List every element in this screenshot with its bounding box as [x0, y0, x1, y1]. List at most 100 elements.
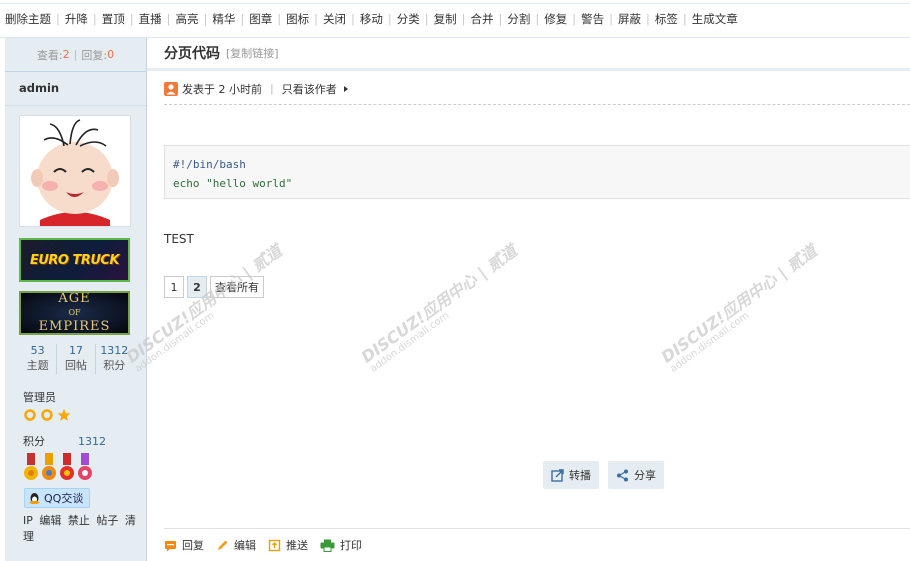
watermark-sub: addon.dismall.com [133, 310, 217, 375]
mod-copy[interactable]: 复制 [434, 11, 457, 27]
mod-stamp[interactable]: 图章 [249, 11, 272, 27]
medal-icon[interactable] [23, 453, 39, 483]
star-icon [57, 409, 71, 421]
post-meta: 发表于 2 小时前 | 只看该作者 [164, 73, 910, 105]
post-body: TEST [164, 232, 194, 246]
view-all-pages[interactable]: 查看所有 [210, 276, 264, 298]
mod-move[interactable]: 移动 [360, 11, 383, 27]
mod-highlight[interactable]: 高亮 [176, 11, 199, 27]
mod-merge[interactable]: 合并 [471, 11, 494, 27]
mod-live[interactable]: 直播 [139, 11, 162, 27]
pagination: 1 2 查看所有 [164, 276, 264, 298]
reply-label: 回复 [182, 539, 204, 552]
link-edit[interactable]: 编辑 [39, 514, 61, 527]
credits-label: 积分 [23, 435, 45, 448]
print-button[interactable]: 打印 [320, 537, 362, 553]
mod-split[interactable]: 分割 [507, 11, 530, 27]
user-group[interactable]: 管理员 [23, 389, 56, 405]
count-posts-num: 17 [68, 344, 83, 357]
post-actions: 回复 编辑 推送 打印 [164, 528, 910, 561]
views-label: 查看: [36, 48, 63, 62]
only-author-link[interactable]: 只看该作者 [282, 81, 337, 97]
rank-stars [23, 408, 71, 422]
user-icon [164, 81, 178, 96]
share-button[interactable]: 分享 [608, 461, 664, 489]
medal-euro-truck[interactable]: EURO TRUCK [19, 238, 130, 282]
share-icon [617, 469, 628, 481]
share-actions: 转播 分享 [543, 461, 664, 489]
pencil-icon [218, 540, 228, 550]
thread-title-row: 分页代码 [复制链接] [147, 38, 910, 71]
post-time: 发表于 2 小时前 [182, 82, 262, 96]
code-line-1: #!/bin/bash [173, 158, 246, 171]
mod-delete[interactable]: 删除主题 [5, 11, 51, 27]
replies-label: 回复: [81, 48, 108, 62]
link-ip[interactable]: IP [23, 514, 33, 527]
cartoon-face-icon [20, 116, 130, 226]
mod-bump[interactable]: 升降 [65, 11, 88, 27]
code-block: #!/bin/bash echo "hello world" [164, 145, 910, 199]
medal-euro-text: EURO TRUCK [29, 252, 120, 268]
external-link-icon [551, 468, 564, 482]
code-line-2: echo "hello world" [173, 177, 293, 190]
mod-category[interactable]: 分类 [397, 11, 420, 27]
mod-close[interactable]: 关闭 [323, 11, 346, 27]
admin-links: IP 编辑 禁止 帖子 清理 [23, 512, 146, 544]
author-sidebar: 查看: 2 | 回复: 0 admin EURO TRUCK AGE OF EM… [5, 38, 147, 561]
qq-chat-button[interactable]: QQ交谈 [24, 488, 91, 508]
moderation-toolbar: 删除主题 | 升降 | 置顶 | 直播 | 高亮 | 精华 | 图章 | 图标 | 关闭 | 移动… [0, 0, 910, 38]
count-credits-label: 积分 [103, 359, 126, 372]
author-name[interactable]: admin [5, 72, 146, 106]
count-credits-num: 1312 [100, 344, 129, 357]
push-icon [268, 539, 281, 551]
mod-digest[interactable]: 精华 [212, 11, 235, 27]
count-threads[interactable]: 53 主题 [19, 344, 58, 374]
views-count: 2 [62, 48, 70, 61]
watermark: DISCUZ!应用中心 | 贰道 addon.dismall.com [655, 238, 826, 375]
share-label: 分享 [634, 469, 656, 482]
forward-button[interactable]: 转播 [543, 461, 599, 489]
medal-icon[interactable] [41, 453, 57, 483]
count-credits[interactable]: 1312 积分 [96, 344, 133, 374]
copy-link[interactable]: [复制链接] [226, 45, 279, 61]
qq-chat-label: QQ交谈 [44, 492, 84, 505]
watermark-sub: addon.dismall.com [368, 310, 452, 375]
medal-age-of-empires[interactable]: AGE OF EMPIRES [19, 291, 130, 335]
mod-repair[interactable]: 修复 [544, 11, 567, 27]
medal-age-line3: EMPIRES [38, 319, 111, 334]
mod-block[interactable]: 屏蔽 [618, 11, 641, 27]
count-threads-label: 主题 [26, 359, 49, 372]
medal-icon[interactable] [59, 453, 75, 483]
push-button[interactable]: 推送 [268, 537, 308, 553]
medal-list [23, 453, 93, 483]
printer-icon [320, 539, 335, 552]
watermark-main: DISCUZ!应用中心 | 贰道 [122, 241, 286, 367]
thread-stats: 查看: 2 | 回复: 0 [5, 38, 146, 72]
count-threads-num: 53 [30, 344, 45, 357]
forward-label: 转播 [569, 469, 591, 482]
caret-right-icon [343, 85, 348, 92]
link-posts[interactable]: 帖子 [96, 514, 118, 527]
link-ban[interactable]: 禁止 [68, 514, 90, 527]
edit-button[interactable]: 编辑 [216, 537, 256, 553]
page-1[interactable]: 1 [164, 276, 184, 298]
replies-count: 0 [107, 48, 115, 61]
mod-icon[interactable]: 图标 [286, 11, 309, 27]
qq-penguin-icon [29, 492, 40, 504]
watermark: DISCUZ!应用中心 | 贰道 addon.dismall.com [355, 238, 526, 375]
medal-age-line2: OF [68, 308, 81, 317]
push-label: 推送 [286, 539, 308, 552]
count-posts[interactable]: 17 回帖 [57, 344, 96, 374]
avatar[interactable] [19, 115, 131, 227]
mod-tag[interactable]: 标签 [655, 11, 678, 27]
reply-button[interactable]: 回复 [164, 537, 204, 553]
credits-row: 积分 1312 [23, 433, 106, 449]
mod-generate-article[interactable]: 生成文章 [692, 11, 738, 27]
mod-warn[interactable]: 警告 [581, 11, 604, 27]
credits-value: 1312 [78, 435, 106, 448]
sun-icon [41, 409, 53, 421]
mod-sticky[interactable]: 置顶 [102, 11, 125, 27]
medal-icon[interactable] [77, 453, 93, 483]
watermark-sub: addon.dismall.com [668, 310, 752, 375]
page-2-current[interactable]: 2 [187, 276, 207, 298]
